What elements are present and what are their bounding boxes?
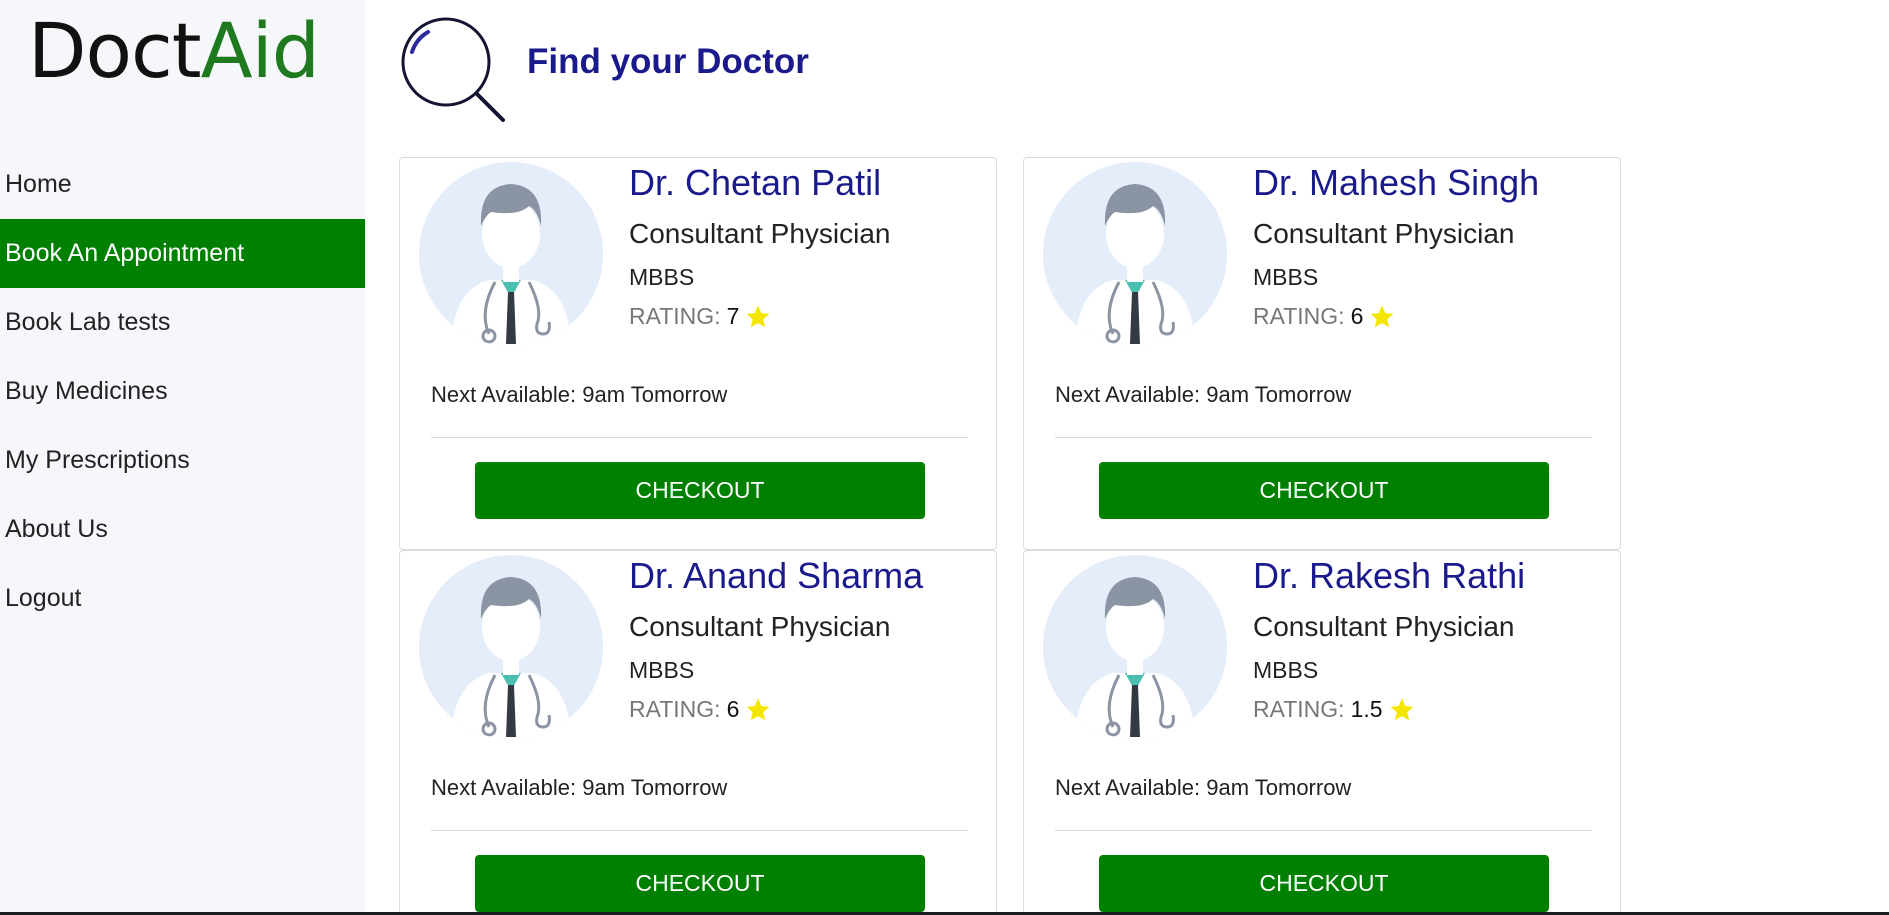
doctor-avatar-icon xyxy=(419,555,603,739)
doctor-card: Dr. Mahesh Singh Consultant Physician MB… xyxy=(1023,157,1621,550)
rating-label: RATING: xyxy=(1253,696,1345,722)
rating-value: 6 xyxy=(1350,303,1364,329)
next-available: Next Available: 9am Tomorrow xyxy=(1055,775,1352,800)
sidebar-item-home[interactable]: Home xyxy=(0,150,365,219)
star-icon xyxy=(1371,305,1394,327)
sidebar-item-about-us[interactable]: About Us xyxy=(0,495,365,564)
sidebar-item-book-appointment[interactable]: Book An Appointment xyxy=(0,219,365,288)
rating-label: RATING: xyxy=(629,696,721,722)
rating-value: 6 xyxy=(726,696,740,722)
doctor-avatar-icon xyxy=(1043,162,1227,346)
doctor-name[interactable]: Dr. Rakesh Rathi xyxy=(1253,555,1525,597)
doctor-avatar xyxy=(1043,555,1227,739)
doctor-rating: RATING: 7 xyxy=(629,303,771,330)
next-available: Next Available: 9am Tomorrow xyxy=(431,382,728,407)
checkout-button[interactable]: CHECKOUT xyxy=(1099,855,1549,912)
doctor-name[interactable]: Dr. Chetan Patil xyxy=(629,162,881,204)
app-logo[interactable]: DoctAid xyxy=(28,6,320,96)
checkout-button[interactable]: CHECKOUT xyxy=(475,462,925,519)
doctor-role: Consultant Physician xyxy=(629,611,891,642)
doctor-rating: RATING: 6 xyxy=(629,696,771,723)
doctor-card: Dr. Rakesh Rathi Consultant Physician MB… xyxy=(1023,550,1621,915)
search-icon xyxy=(396,14,506,124)
sidebar-item-book-lab-tests[interactable]: Book Lab tests xyxy=(0,288,365,357)
page-title: Find your Doctor xyxy=(527,42,809,81)
doctor-card: Dr. Anand Sharma Consultant Physician MB… xyxy=(399,550,997,915)
doctor-rating: RATING: 1.5 xyxy=(1253,696,1415,723)
sidebar-item-label: Logout xyxy=(5,584,82,612)
star-icon xyxy=(747,698,770,720)
card-divider xyxy=(431,830,968,831)
next-available: Next Available: 9am Tomorrow xyxy=(1055,382,1352,407)
logo-text-accent: Aid xyxy=(200,6,320,95)
sidebar-item-label: Book Lab tests xyxy=(5,308,171,336)
rating-label: RATING: xyxy=(1253,303,1345,329)
doctor-name[interactable]: Dr. Anand Sharma xyxy=(629,555,923,597)
sidebar-item-label: My Prescriptions xyxy=(5,446,190,474)
doctor-degree: MBBS xyxy=(1253,264,1319,290)
star-icon xyxy=(747,305,770,327)
card-divider xyxy=(1055,437,1592,438)
doctor-rating: RATING: 6 xyxy=(1253,303,1395,330)
doctor-avatar xyxy=(1043,162,1227,346)
sidebar-item-my-prescriptions[interactable]: My Prescriptions xyxy=(0,426,365,495)
rating-value: 7 xyxy=(726,303,740,329)
checkout-button[interactable]: CHECKOUT xyxy=(1099,462,1549,519)
rating-value: 1.5 xyxy=(1350,696,1383,722)
doctor-degree: MBBS xyxy=(629,264,695,290)
logo-text-primary: Doct xyxy=(28,6,202,95)
sidebar-item-label: About Us xyxy=(5,515,108,543)
doctor-degree: MBBS xyxy=(629,657,695,683)
sidebar-item-label: Buy Medicines xyxy=(5,377,168,405)
doctor-name[interactable]: Dr. Mahesh Singh xyxy=(1253,162,1539,204)
star-icon xyxy=(1390,698,1413,720)
doctor-role: Consultant Physician xyxy=(1253,611,1515,642)
doctor-role: Consultant Physician xyxy=(1253,218,1515,249)
sidebar-nav: Home Book An Appointment Book Lab tests … xyxy=(0,150,365,633)
doctor-role: Consultant Physician xyxy=(629,218,891,249)
sidebar-item-label: Book An Appointment xyxy=(5,239,245,267)
card-divider xyxy=(431,437,968,438)
next-available: Next Available: 9am Tomorrow xyxy=(431,775,728,800)
sidebar-item-buy-medicines[interactable]: Buy Medicines xyxy=(0,357,365,426)
sidebar-item-label: Home xyxy=(5,170,72,198)
doctor-avatar-icon xyxy=(1043,555,1227,739)
sidebar: DoctAid Home Book An Appointment Book La… xyxy=(0,0,365,912)
doctor-avatar-icon xyxy=(419,162,603,346)
doctor-degree: MBBS xyxy=(1253,657,1319,683)
rating-label: RATING: xyxy=(629,303,721,329)
doctor-card: Dr. Chetan Patil Consultant Physician MB… xyxy=(399,157,997,550)
sidebar-item-logout[interactable]: Logout xyxy=(0,564,365,633)
doctor-avatar xyxy=(419,555,603,739)
app-root: DoctAid Home Book An Appointment Book La… xyxy=(0,0,1889,915)
card-divider xyxy=(1055,830,1592,831)
doctor-avatar xyxy=(419,162,603,346)
checkout-button[interactable]: CHECKOUT xyxy=(475,855,925,912)
